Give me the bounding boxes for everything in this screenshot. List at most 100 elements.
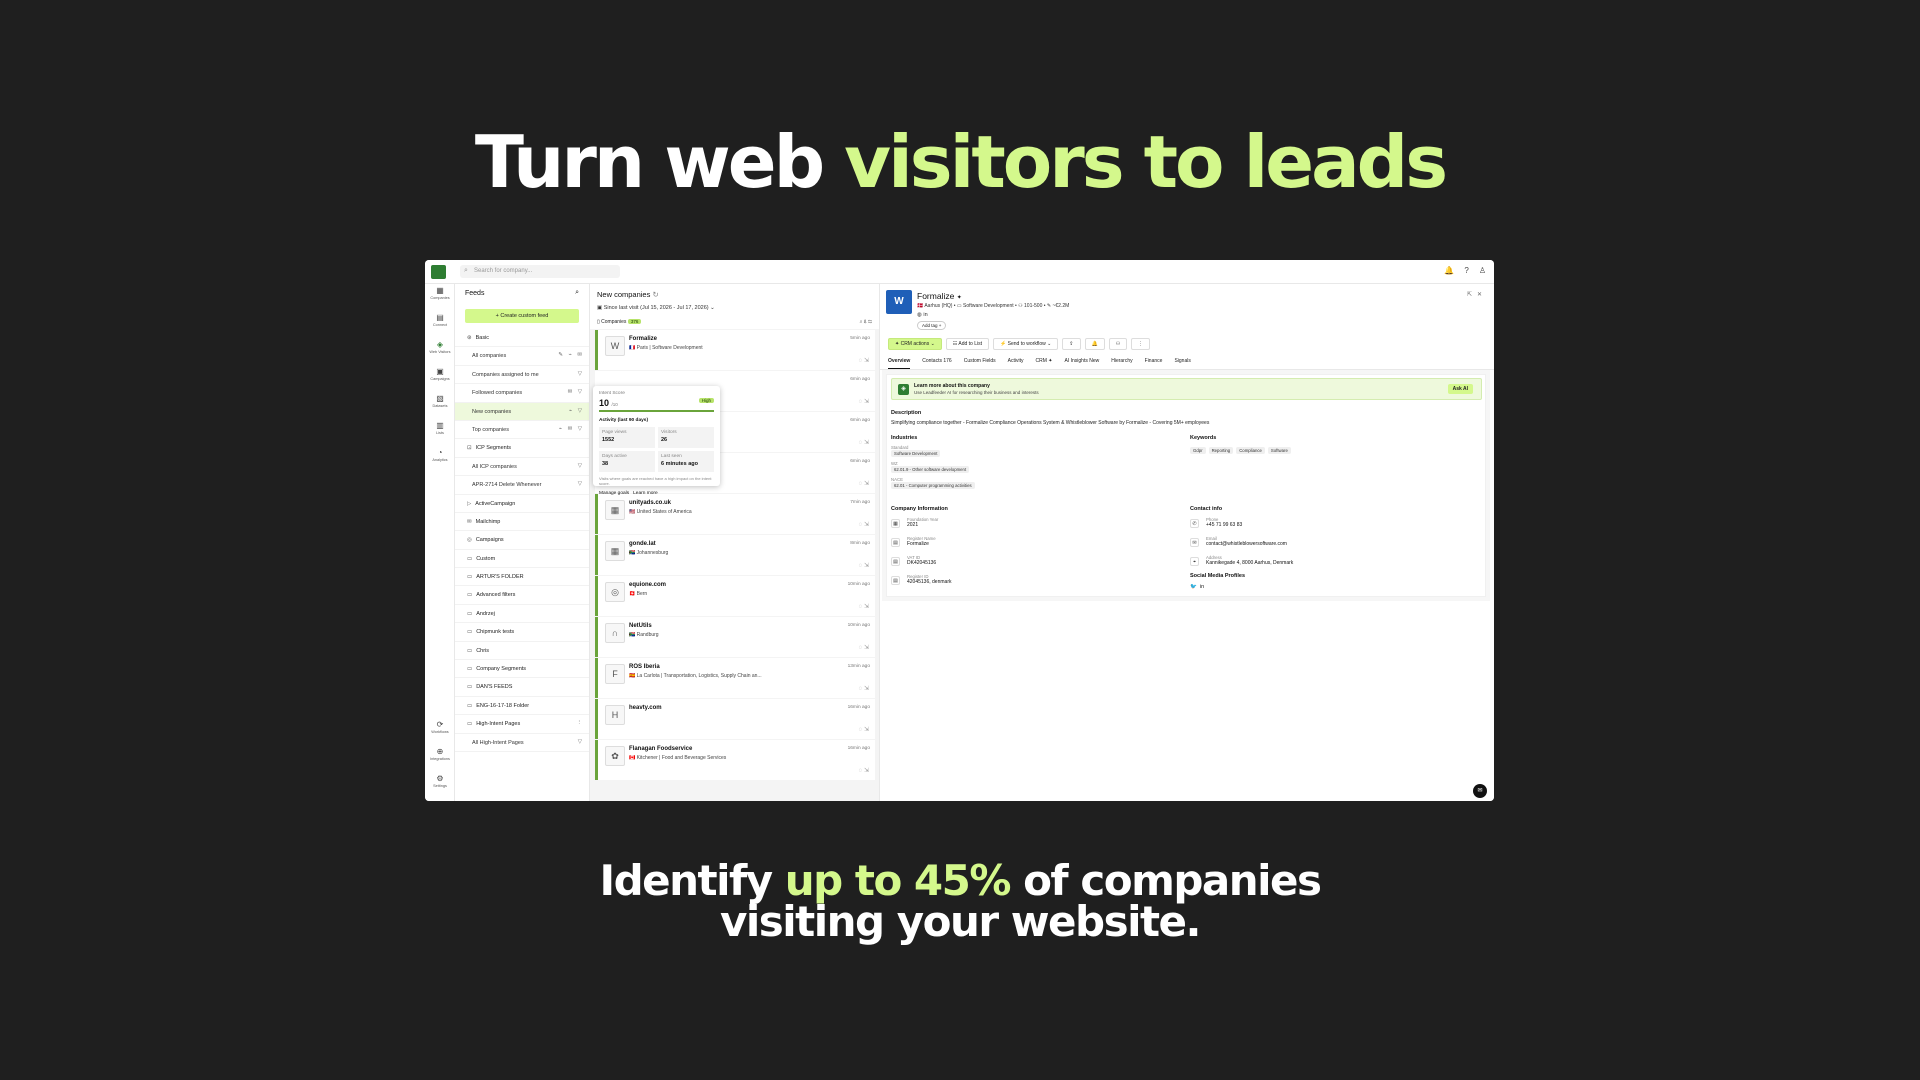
tab-companies[interactable]: ▯ Companies 376 <box>597 319 642 325</box>
feed-actions[interactable]: ▽ <box>578 481 584 487</box>
feed-item[interactable]: ▭ Andrzej <box>455 605 589 624</box>
card-actions[interactable]: ◌ ⇲ <box>859 439 869 446</box>
learn-more-link[interactable]: Learn more <box>633 491 658 496</box>
linkedin-icon[interactable]: in <box>923 312 927 318</box>
add-tag-button[interactable]: Add tag + <box>917 321 947 330</box>
card-actions[interactable]: ◌ ⇲ <box>859 603 869 610</box>
tab-overview[interactable]: Overview <box>888 356 911 369</box>
company-card[interactable]: Hheavty.com 16min ago ◌ ⇲ <box>595 699 875 739</box>
feed-item[interactable]: ◎ Campaigns <box>455 531 589 550</box>
company-card[interactable]: ✿ Flanagan Foodservice 🇨🇦 Kitchener | Food… <box>595 740 875 780</box>
feed-actions[interactable]: ▽ <box>578 371 584 377</box>
company-card[interactable]: ∩ NetUtils 🇿🇦 Randburg 10min ago ◌ ⇲ <box>595 617 875 657</box>
linkedin-icon[interactable]: in <box>1200 584 1204 590</box>
action-button-0[interactable]: ✦ CRM actions ⌄ <box>888 338 942 350</box>
card-actions[interactable]: ◌ ⇲ <box>859 521 869 528</box>
rail-item-web-visitors[interactable]: ◈ Web Visitors <box>425 338 455 365</box>
user-icon[interactable]: ♙ <box>1479 266 1486 275</box>
external-link-icon[interactable]: ⇱ <box>1467 292 1477 298</box>
card-actions[interactable]: ◌ ⇲ <box>859 398 869 405</box>
card-actions[interactable]: ◌ ⇲ <box>859 644 869 651</box>
search-icon[interactable]: ⌕ <box>860 319 863 325</box>
card-actions[interactable]: ◌ ⇲ <box>859 726 869 733</box>
share-icon[interactable]: ⇆ <box>868 319 872 325</box>
feeds-search-icon[interactable]: ⌕ <box>575 289 579 297</box>
card-actions[interactable]: ◌ ⇲ <box>859 685 869 692</box>
feed-item[interactable]: ▭ DAN'S FEEDS <box>455 678 589 697</box>
feed-actions[interactable]: ✎ ⌁ ✉ <box>558 352 584 358</box>
chat-icon[interactable]: ✉ <box>1473 784 1487 798</box>
feed-actions[interactable]: ▽ <box>578 463 584 469</box>
company-card[interactable]: F ROS Iberia 🇪🇸 La Carlota | Transportatio… <box>595 658 875 698</box>
feed-item[interactable]: New companies ⌁ ▽ <box>455 402 589 421</box>
search-input[interactable]: ⌕ Search for company... <box>460 265 620 278</box>
feed-actions[interactable]: ⌁ ▽ <box>569 408 584 414</box>
company-card[interactable]: ▦ unityads.co.uk 🇺🇸 United States of Ameri… <box>595 494 875 534</box>
feed-item[interactable]: ⊛ Basic <box>455 329 589 348</box>
help-icon[interactable]: ? <box>1464 266 1468 275</box>
card-actions[interactable]: ◌ ⇲ <box>859 562 869 569</box>
feed-item[interactable]: ▷ ActiveCampaign <box>455 495 589 513</box>
feed-item[interactable]: APR-2714 Delete Whenever ▽ <box>455 476 589 495</box>
card-actions[interactable]: ◌ ⇲ <box>859 767 869 774</box>
feed-item[interactable]: ▭ Advanced filters <box>455 586 589 605</box>
action-button-3[interactable]: ⇪ <box>1062 338 1081 350</box>
feed-item[interactable]: ▭ Custom <box>455 550 589 569</box>
tab-ai[interactable]: AI Insights New <box>1064 356 1099 369</box>
tab-finance[interactable]: Finance <box>1145 356 1163 369</box>
feed-actions[interactable]: ▽ <box>578 739 584 745</box>
feed-actions[interactable]: ⌁ ✉ ▽ <box>559 426 584 432</box>
rail-item-datasets[interactable]: ▧ Datasets <box>425 392 455 419</box>
company-card[interactable]: ◎ equione.com 🇨🇭 Bern 10min ago ◌ ⇲ <box>595 576 875 616</box>
close-icon[interactable]: ✕ <box>1477 292 1487 298</box>
company-card[interactable]: ▦ gonde.lat 🇿🇦 Johannesburg 8min ago ◌ ⇲ <box>595 535 875 575</box>
feed-actions[interactable]: ⋮ <box>577 720 585 726</box>
action-button-4[interactable]: 🔔 <box>1084 338 1105 350</box>
create-feed-button[interactable]: + Create custom feed <box>465 309 579 323</box>
action-button-6[interactable]: ⋮ <box>1131 338 1151 350</box>
tab-custom[interactable]: Custom Fields <box>964 356 996 369</box>
rail-item-companies[interactable]: ▦ Companies <box>425 284 455 311</box>
feed-item[interactable]: Companies assigned to me ▽ <box>455 366 589 385</box>
tab-activity[interactable]: Activity <box>1008 356 1024 369</box>
rail-item-lists[interactable]: ▥ Lists <box>425 419 455 446</box>
refresh-icon[interactable]: ↻ <box>652 290 658 299</box>
card-actions[interactable]: ◌ ⇲ <box>859 357 869 364</box>
globe-icon[interactable]: ◍ <box>917 312 922 318</box>
feed-item[interactable]: ▭ ARTUR'S FOLDER <box>455 568 589 587</box>
manage-goals-link[interactable]: Manage goals <box>599 491 629 496</box>
feed-item[interactable]: ▭ Chris <box>455 642 589 661</box>
action-button-2[interactable]: ⚡ Send to workflow ⌄ <box>993 338 1059 350</box>
rail-item-settings[interactable]: ⚙ Settings <box>425 772 455 799</box>
date-range-select[interactable]: ▣ Since last visit (Jul 15, 2026 - Jul 1… <box>597 305 872 311</box>
feed-item[interactable]: ▭ Company Segments <box>455 660 589 679</box>
feed-item[interactable]: Followed companies ✉ ▽ <box>455 384 589 403</box>
tab-contacts[interactable]: Contacts 176 <box>922 356 951 369</box>
feed-item[interactable]: All companies ✎ ⌁ ✉ <box>455 347 589 366</box>
ask-ai-button[interactable]: Ask AI <box>1447 384 1473 394</box>
tab-crm[interactable]: CRM ✦ <box>1036 356 1053 369</box>
rail-item-analytics[interactable]: ◔ Analytics <box>425 446 455 473</box>
rail-item-connect[interactable]: ▤ Connect <box>425 311 455 338</box>
feed-actions[interactable]: ✉ ▽ <box>568 389 584 395</box>
tab-signals[interactable]: Signals <box>1174 356 1190 369</box>
action-button-5[interactable]: ⚇ <box>1108 338 1128 350</box>
rail-item-workflows[interactable]: ⟳ Workflows <box>425 718 455 745</box>
app-logo[interactable] <box>431 265 446 279</box>
action-button-1[interactable]: ☷ Add to List <box>945 338 990 350</box>
feed-item[interactable]: ▭ High-Intent Pages ⋮ <box>455 715 589 734</box>
tab-hierarchy[interactable]: Hierarchy <box>1111 356 1132 369</box>
feed-item[interactable]: ⊡ ICP Segments <box>455 439 589 458</box>
company-card[interactable]: W Formalize 🇫🇷 Paris | Software Developmen… <box>595 330 875 370</box>
download-icon[interactable]: ⇩ <box>864 319 867 325</box>
feed-item[interactable]: All ICP companies ▽ <box>455 458 589 477</box>
bell-icon[interactable]: 🔔 <box>1444 266 1454 275</box>
card-actions[interactable]: ◌ ⇲ <box>859 480 869 487</box>
rail-item-campaigns[interactable]: ▣ Campaigns <box>425 365 455 392</box>
feed-item[interactable]: Top companies ⌁ ✉ ▽ <box>455 421 589 440</box>
feed-item[interactable]: ▭ ENG-16-17-18 Folder <box>455 697 589 716</box>
rail-item-integrations[interactable]: ⊕ Integrations <box>425 745 455 772</box>
feed-item[interactable]: ✉ Mailchimp <box>455 513 589 532</box>
feed-item[interactable]: ▭ Chipmunk tests <box>455 623 589 642</box>
twitter-icon[interactable]: 🐦 <box>1190 584 1197 590</box>
